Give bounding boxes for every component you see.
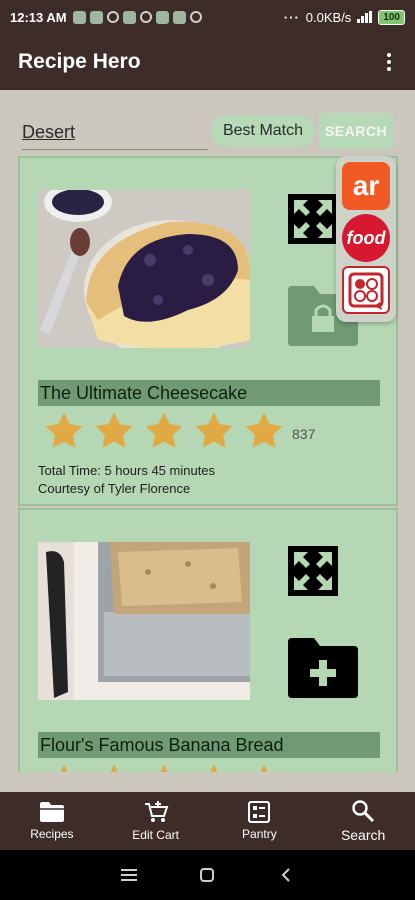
status-time: 12:13 AM: [10, 9, 67, 25]
recipe-card[interactable]: Flour's Famous Banana Bread: [18, 508, 398, 772]
source-filter-panel: ar food: [336, 156, 396, 322]
nav-edit-cart[interactable]: Edit Cart: [104, 792, 208, 850]
home-icon[interactable]: [187, 855, 227, 895]
app-notification-icon: [172, 10, 186, 24]
notification-icons: [72, 10, 202, 24]
network-speed: 0.0KB/s: [305, 9, 352, 25]
recipe-title: The Ultimate Cheesecake: [38, 380, 380, 406]
cheesecake-image: [38, 190, 250, 348]
nav-label: Pantry: [242, 827, 277, 841]
recipe-title: Flour's Famous Banana Bread: [38, 732, 380, 758]
nav-search[interactable]: Search: [311, 792, 415, 850]
recipe-source-logo[interactable]: [342, 266, 390, 314]
app-notification-icon: [72, 10, 86, 24]
system-navigation-bar: [0, 850, 415, 900]
nav-pantry[interactable]: Pantry: [208, 792, 312, 850]
more-vert-icon[interactable]: [381, 47, 397, 77]
app-bar: Recipe Hero: [0, 34, 415, 90]
rating-stars: 837: [42, 410, 315, 452]
sort-chip[interactable]: Best Match: [211, 115, 315, 147]
folder-icon: [39, 802, 64, 822]
recipe-photo[interactable]: [38, 190, 250, 348]
food-network-logo[interactable]: food: [342, 214, 390, 262]
app-notification-icon: [122, 10, 136, 24]
search-input[interactable]: [22, 116, 208, 150]
sync-icon: [106, 11, 119, 23]
star-icon: [210, 764, 218, 772]
star-icon: [110, 764, 118, 772]
nav-recipes[interactable]: Recipes: [0, 792, 104, 850]
cart-add-icon: [144, 801, 169, 822]
battery-icon: 100: [378, 9, 405, 25]
signal-icon: [357, 11, 373, 23]
app-notification-icon: [89, 10, 103, 24]
star-icon: [95, 412, 133, 448]
pantry-icon: [248, 801, 271, 823]
star-icon: [45, 412, 83, 448]
app-notification-icon: [155, 10, 169, 24]
folder-add-icon[interactable]: [288, 638, 358, 698]
allrecipes-logo[interactable]: ar: [342, 162, 390, 210]
star-icon: [245, 412, 283, 448]
menu-icon[interactable]: [109, 855, 149, 895]
more-notifications-icon: ···: [283, 9, 300, 25]
total-time: Total Time: 5 hours 45 minutes: [38, 463, 216, 478]
back-icon[interactable]: [266, 855, 306, 895]
banana-bread-image: [38, 542, 250, 700]
star-icon: [260, 764, 268, 772]
app-title: Recipe Hero: [18, 50, 141, 73]
recipe-photo[interactable]: [38, 542, 250, 700]
status-bar: 12:13 AM ··· 0.0KB/s 100: [0, 0, 415, 34]
recipe-meta: Total Time: 5 hours 45 minutes Courtesy …: [38, 462, 215, 498]
search-button[interactable]: SEARCH: [319, 113, 393, 149]
cloud-icon: [189, 11, 202, 23]
nav-label: Recipes: [30, 827, 74, 841]
fullscreen-icon[interactable]: [288, 546, 338, 596]
messenger-icon: [139, 11, 152, 23]
star-icon: [195, 412, 233, 448]
star-icon: [160, 764, 168, 772]
search-icon: [352, 800, 375, 823]
review-count: 837: [292, 426, 316, 442]
nav-label: Search: [340, 827, 386, 843]
rating-stars: [42, 762, 292, 772]
courtesy: Courtesy of Tyler Florence: [38, 481, 191, 496]
star-icon: [145, 412, 183, 448]
bottom-navigation: Recipes Edit Cart Pantry Search: [0, 792, 415, 850]
nav-label: Edit Cart: [132, 828, 179, 842]
star-icon: [60, 764, 68, 772]
fullscreen-icon[interactable]: [288, 194, 338, 244]
